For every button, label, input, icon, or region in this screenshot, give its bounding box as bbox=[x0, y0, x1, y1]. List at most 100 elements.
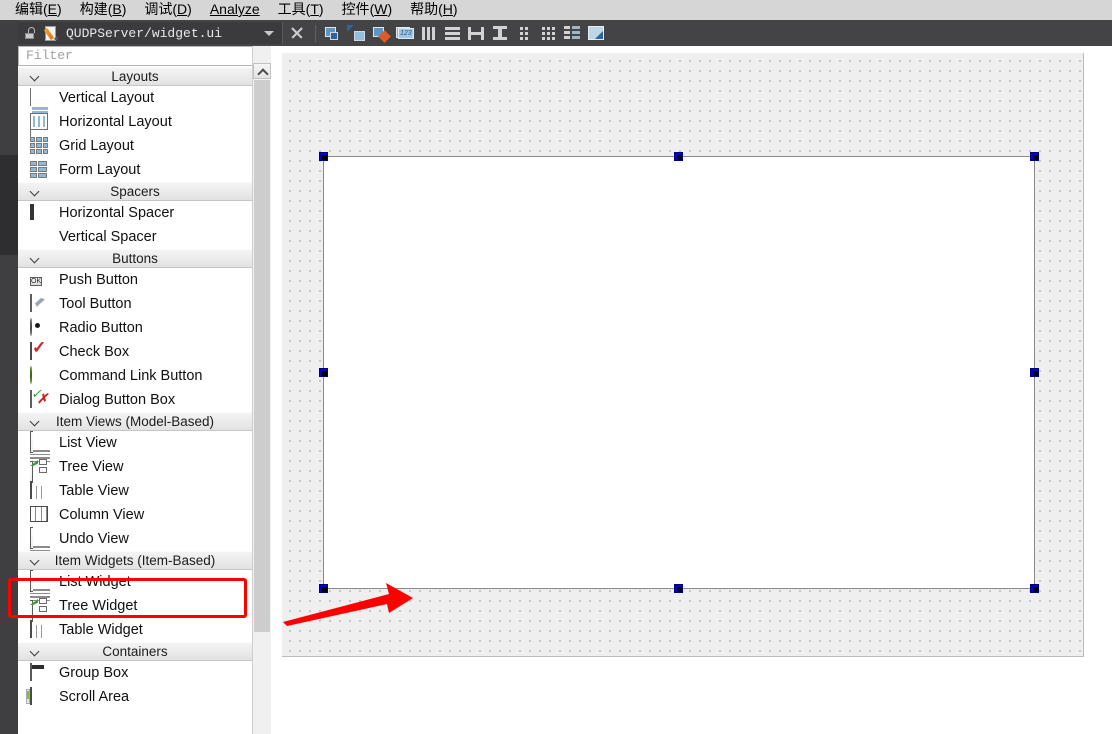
widget-vertical-spacer[interactable]: Vertical Spacer bbox=[18, 225, 270, 249]
layout-form-button[interactable] bbox=[513, 22, 535, 44]
section-layouts[interactable]: Layouts bbox=[18, 67, 270, 86]
widget-list-widget[interactable]: List Widget bbox=[18, 570, 270, 622]
close-document-button[interactable] bbox=[286, 22, 308, 44]
widget-table-view-label: Table View bbox=[59, 483, 129, 499]
edit-widgets-icon bbox=[322, 23, 342, 43]
widget-box-scrollbar[interactable] bbox=[252, 46, 271, 734]
menu-debug-label: 调试 bbox=[144, 1, 173, 17]
widget-command-link-button[interactable]: Command Link Button bbox=[18, 364, 270, 388]
widget-tool-button[interactable]: Tool Button bbox=[18, 292, 270, 316]
section-buttons-title: Buttons bbox=[112, 251, 158, 266]
widget-form-layout[interactable]: Form Layout bbox=[18, 158, 270, 182]
widget-tree-view[interactable]: Tree View bbox=[18, 455, 270, 479]
menu-analyze-label: Analyze bbox=[209, 1, 260, 17]
layout-grid-button[interactable] bbox=[537, 22, 559, 44]
table-view-icon bbox=[30, 481, 50, 500]
widget-command-link-button-label: Command Link Button bbox=[59, 368, 203, 384]
layout-splitter-horizontal-button[interactable] bbox=[465, 22, 487, 44]
qt-designer-window: 编辑(E) 构建(B) 调试(D) Analyze 工具(T) 控件(W) 帮助… bbox=[0, 0, 1112, 734]
widget-undo-view[interactable]: Undo View bbox=[18, 527, 270, 579]
adjust-size-button[interactable] bbox=[585, 22, 607, 44]
vertical-layout-icon bbox=[30, 88, 50, 137]
widget-horizontal-spacer[interactable]: Horizontal Spacer bbox=[18, 201, 270, 225]
horizontal-layout-icon bbox=[30, 113, 50, 131]
selection-handle-top-center[interactable] bbox=[674, 152, 683, 161]
column-view-icon bbox=[30, 506, 50, 524]
section-containers-title: Containers bbox=[102, 644, 168, 659]
menu-debug-accel: D bbox=[177, 1, 188, 17]
filter-input[interactable]: Filter bbox=[18, 46, 270, 66]
widget-horizontal-layout[interactable]: Horizontal Layout bbox=[18, 110, 270, 134]
widget-column-view[interactable]: Column View bbox=[18, 503, 270, 527]
selection-handle-top-left[interactable] bbox=[319, 152, 328, 161]
menu-build[interactable]: 构建(B) bbox=[71, 0, 136, 20]
widget-vertical-layout[interactable]: Vertical Layout bbox=[18, 86, 270, 137]
selection-handle-middle-left[interactable] bbox=[319, 368, 328, 377]
break-layout-button[interactable] bbox=[561, 22, 583, 44]
form-editor-area[interactable] bbox=[271, 46, 1112, 734]
chevron-down-icon[interactable] bbox=[264, 30, 274, 36]
form-design-canvas[interactable] bbox=[282, 53, 1084, 657]
selection-handle-bottom-center[interactable] bbox=[674, 584, 683, 593]
tab-order-icon: 123 bbox=[394, 23, 414, 43]
scrollbar-thumb[interactable] bbox=[254, 80, 270, 632]
splitter-horizontal-icon bbox=[468, 26, 484, 40]
section-containers[interactable]: Containers bbox=[18, 642, 270, 661]
widget-group-box[interactable]: Group Box bbox=[18, 661, 270, 685]
widget-push-button[interactable]: OK Push Button bbox=[18, 268, 270, 292]
open-document-combobox[interactable]: QUDPServer/widget.ui bbox=[18, 22, 283, 44]
list-view-icon bbox=[30, 431, 50, 483]
widget-dialog-button-box[interactable]: ✓ ✗ Dialog Button Box bbox=[18, 386, 270, 412]
form-widget[interactable] bbox=[323, 156, 1035, 589]
edit-tab-order-button[interactable]: 123 bbox=[393, 22, 415, 44]
selection-handle-middle-right[interactable] bbox=[1030, 368, 1039, 377]
menu-tools-label: 工具 bbox=[277, 1, 306, 17]
widget-tool-button-label: Tool Button bbox=[59, 296, 132, 312]
widget-scroll-area[interactable]: Scroll Area bbox=[18, 685, 270, 709]
widget-dialog-button-box-label: Dialog Button Box bbox=[59, 392, 176, 408]
widget-radio-button[interactable]: Radio Button bbox=[18, 316, 270, 340]
widget-grid-layout[interactable]: Grid Layout bbox=[18, 134, 270, 158]
section-buttons[interactable]: Buttons bbox=[18, 249, 270, 268]
splitter-vertical-icon bbox=[493, 26, 507, 40]
menu-analyze[interactable]: Analyze bbox=[201, 0, 269, 20]
widget-horizontal-layout-label: Horizontal Layout bbox=[59, 114, 172, 130]
menu-debug[interactable]: 调试(D) bbox=[135, 0, 200, 20]
menu-build-label: 构建 bbox=[79, 1, 108, 17]
layout-splitter-vertical-button[interactable] bbox=[489, 22, 511, 44]
menu-window-label: 控件 bbox=[341, 1, 370, 17]
edit-widgets-button[interactable] bbox=[321, 22, 343, 44]
section-item-widgets[interactable]: Item Widgets (Item-Based) bbox=[18, 551, 270, 570]
edit-buddies-button[interactable] bbox=[369, 22, 391, 44]
section-spacers[interactable]: Spacers bbox=[18, 182, 270, 201]
group-box-icon bbox=[30, 663, 50, 682]
widget-table-widget[interactable]: Table Widget bbox=[18, 618, 270, 642]
selection-handle-top-right[interactable] bbox=[1030, 152, 1039, 161]
widget-box-list[interactable]: Layouts Vertical Layout Horizontal Layou… bbox=[18, 67, 270, 734]
layout-vertically-button[interactable] bbox=[441, 22, 463, 44]
section-item-widgets-title: Item Widgets (Item-Based) bbox=[54, 553, 216, 568]
selection-handle-bottom-right[interactable] bbox=[1030, 584, 1039, 593]
unlock-icon[interactable] bbox=[24, 26, 38, 40]
widget-check-box[interactable]: Check Box bbox=[18, 340, 270, 364]
left-gutter-active-strip bbox=[0, 155, 18, 255]
scroll-area-icon bbox=[26, 687, 50, 706]
push-button-icon: OK bbox=[30, 277, 43, 286]
widget-column-view-label: Column View bbox=[59, 507, 145, 523]
edit-signals-slots-button[interactable] bbox=[345, 22, 367, 44]
layout-horizontally-button[interactable] bbox=[417, 22, 439, 44]
menu-help[interactable]: 帮助(H) bbox=[401, 0, 466, 20]
signals-slots-icon bbox=[346, 23, 366, 43]
radio-button-icon bbox=[30, 318, 50, 337]
menu-tools[interactable]: 工具(T) bbox=[269, 0, 333, 20]
widget-tree-widget-label: Tree Widget bbox=[59, 598, 138, 614]
menu-edit[interactable]: 编辑(E) bbox=[6, 0, 71, 20]
menu-window[interactable]: 控件(W) bbox=[333, 0, 402, 20]
widget-list-view[interactable]: List View bbox=[18, 431, 270, 483]
selection-handle-bottom-left[interactable] bbox=[319, 584, 328, 593]
widget-tree-widget[interactable]: Tree Widget bbox=[18, 594, 270, 618]
widget-table-view[interactable]: Table View bbox=[18, 479, 270, 503]
section-item-views[interactable]: Item Views (Model-Based) bbox=[18, 412, 270, 431]
chevron-up-icon[interactable] bbox=[253, 63, 271, 79]
ui-file-edit-icon bbox=[43, 25, 61, 42]
